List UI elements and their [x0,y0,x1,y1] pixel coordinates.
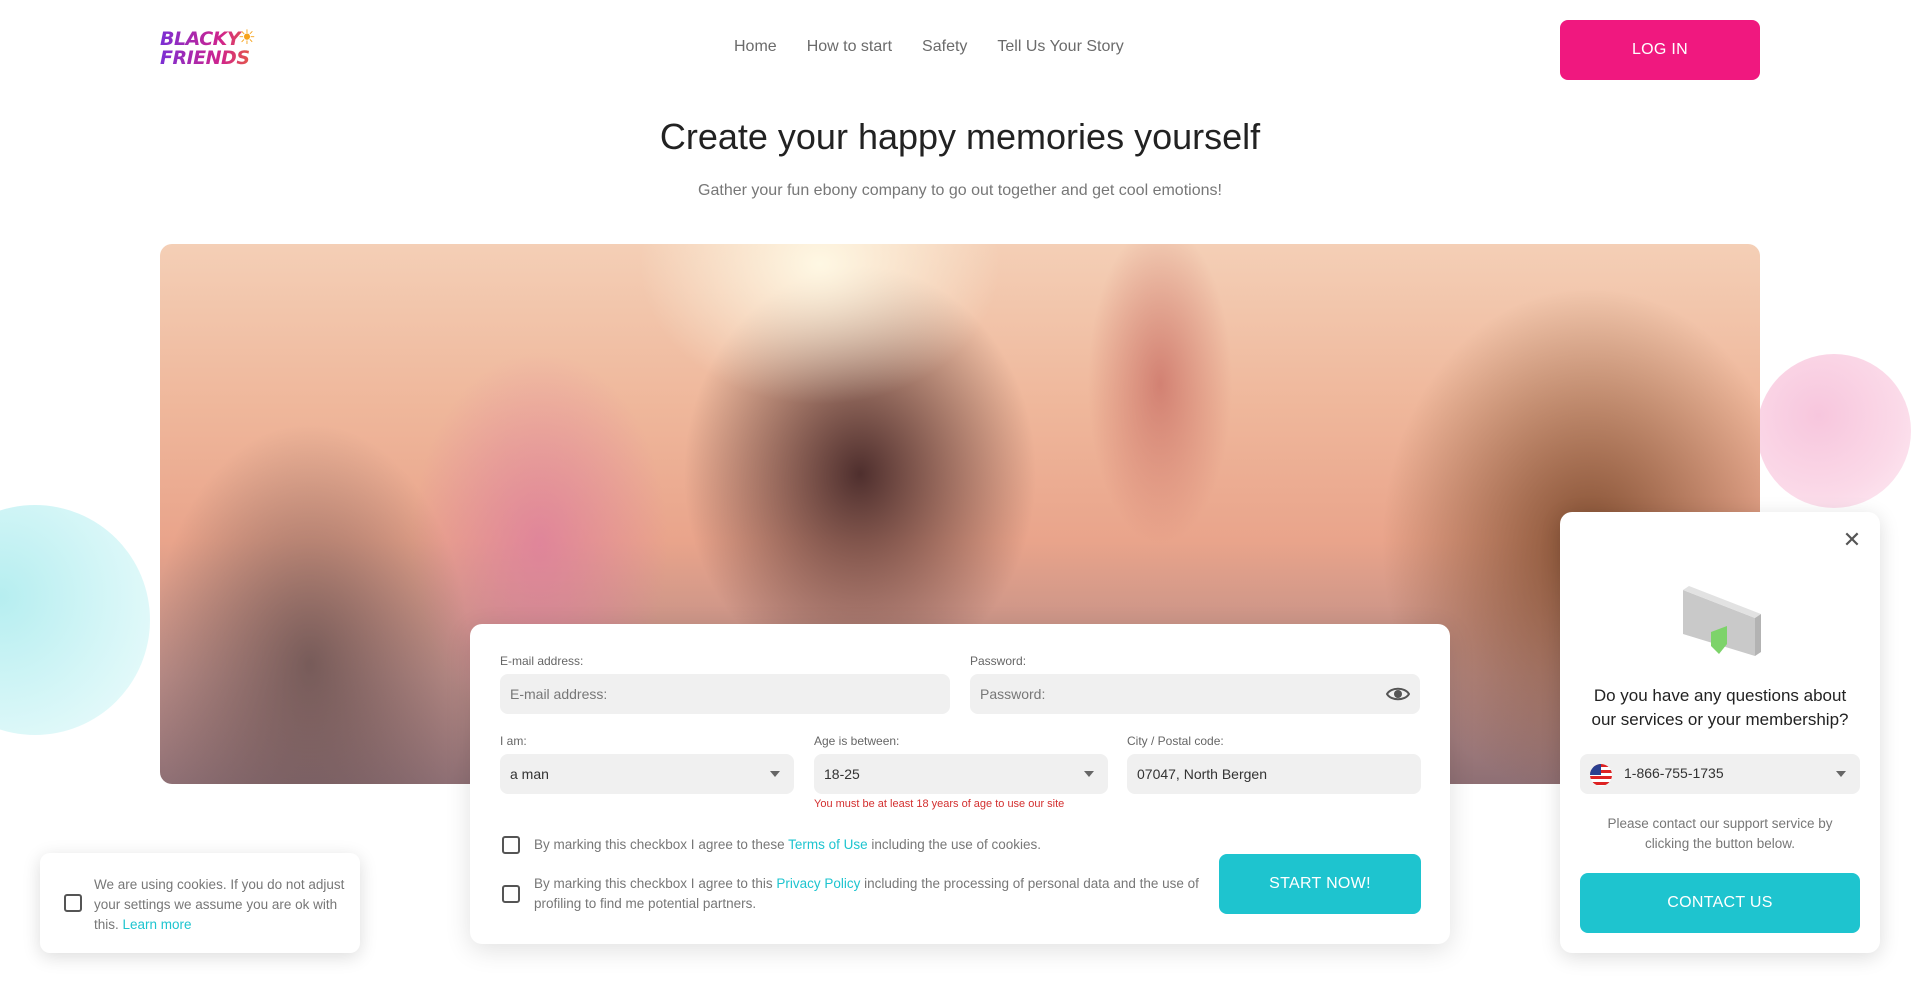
iam-select[interactable]: a man [500,754,794,794]
email-field[interactable] [510,686,940,702]
site-logo[interactable]: BLACKY FRIENDS ☀ [160,27,270,72]
age-select[interactable]: 18-25 [814,754,1108,794]
login-button[interactable]: LOG IN [1560,20,1760,80]
us-flag-icon [1590,764,1612,786]
support-widget: ✕ Do you have any questions about our se… [1560,512,1880,953]
photo-detail [1020,244,1280,564]
age-error: You must be at least 18 years of age to … [814,798,1065,810]
sun-icon: ☀ [238,27,256,49]
age-label: Age is between: [814,734,900,748]
caret-down-icon [1084,771,1094,777]
main-nav: Home How to start Safety Tell Us Your St… [734,38,1124,56]
email-label: E-mail address: [500,654,584,668]
password-field-wrap [970,674,1420,714]
start-now-button[interactable]: START NOW! [1219,854,1421,914]
caret-down-icon [1836,771,1846,777]
iam-value: a man [510,766,549,782]
page-title: Create your happy memories yourself [659,116,1261,157]
support-question: Do you have any questions about our serv… [1591,686,1849,729]
learn-more-link[interactable]: Learn more [123,917,192,932]
page-subtitle: Gather your fun ebony company to go out … [698,182,1222,199]
contact-us-button[interactable]: CONTACT US [1580,873,1860,933]
city-field[interactable]: 07047, North Bergen [1127,754,1421,794]
privacy-checkbox[interactable] [502,885,520,903]
caret-down-icon [770,771,780,777]
nav-how-to-start[interactable]: How to start [807,38,892,56]
terms-suffix: including the use of cookies. [867,837,1042,852]
privacy-prefix: By marking this checkbox I agree to this [534,876,777,891]
terms-prefix: By marking this checkbox I agree to thes… [534,837,789,852]
decorative-teal-circle [0,505,150,735]
cookie-checkbox[interactable] [64,894,82,912]
logo-line-2: FRIENDS [160,49,270,68]
password-label: Password: [970,654,1027,668]
terms-of-use-link[interactable]: Terms of Use [788,837,868,852]
close-icon[interactable]: ✕ [1842,529,1862,551]
phone-select[interactable]: 1-866-755-1735 [1580,754,1860,794]
nav-home[interactable]: Home [734,38,777,56]
support-note: Please contact our support service by cl… [1607,816,1833,851]
nav-tell-us-your-story[interactable]: Tell Us Your Story [997,38,1123,56]
privacy-policy-link[interactable]: Privacy Policy [776,876,860,891]
registration-form: E-mail address: Password: I am: a man Ag… [470,624,1450,944]
phone-number: 1-866-755-1735 [1624,765,1724,781]
password-field[interactable] [980,686,1410,702]
terms-checkbox[interactable] [502,836,520,854]
eye-icon[interactable] [1386,683,1410,705]
email-field-wrap [500,674,950,714]
city-label: City / Postal code: [1127,734,1224,748]
cookie-text: We are using cookies. If you do not adju… [94,875,346,935]
nav-safety[interactable]: Safety [922,38,967,56]
privacy-text: By marking this checkbox I agree to this… [534,874,1199,914]
phone-shield-icon [1683,586,1761,656]
city-value: 07047, North Bergen [1137,766,1267,782]
age-value: 18-25 [824,766,860,782]
decorative-pink-circle [1757,354,1911,508]
terms-text: By marking this checkbox I agree to thes… [534,835,1094,855]
cookie-notice: We are using cookies. If you do not adju… [40,853,360,953]
iam-label: I am: [500,734,527,748]
